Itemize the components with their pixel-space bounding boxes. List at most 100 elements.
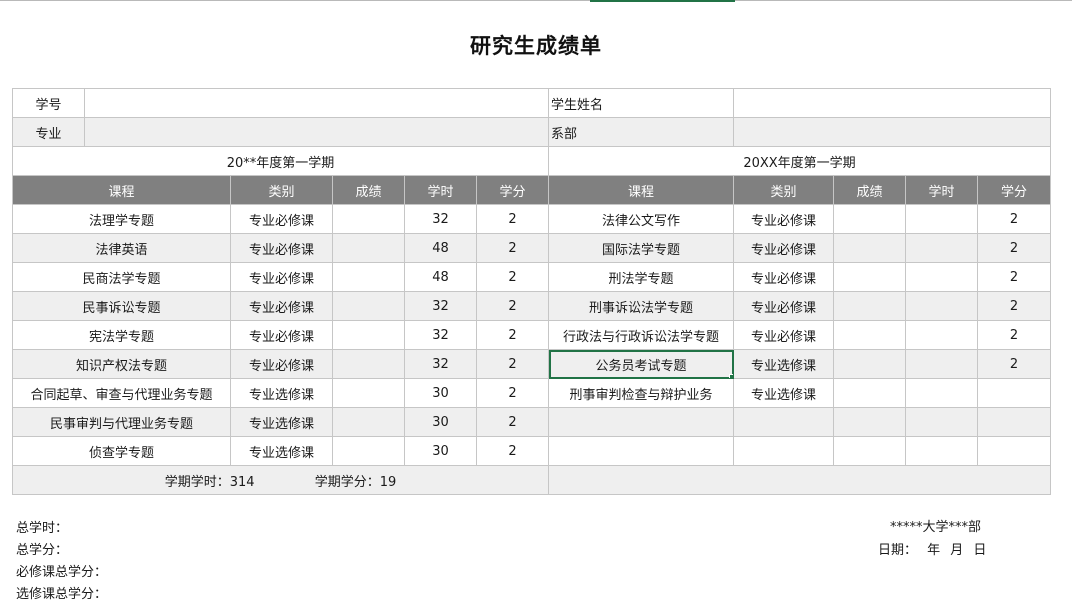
left-category-cell[interactable]: 专业必修课 [230,262,333,292]
right-grade-cell[interactable] [833,291,906,321]
right-category-cell[interactable]: 专业必修课 [733,291,834,321]
left-category-cell[interactable]: 专业选修课 [230,407,333,437]
left-credits-cell[interactable]: 2 [476,407,549,437]
right-credits-cell[interactable] [977,407,1051,437]
left-grade-cell[interactable] [332,291,405,321]
right-credits-cell[interactable]: 2 [977,233,1051,263]
left-category-cell[interactable]: 专业必修课 [230,320,333,350]
left-category-cell[interactable]: 专业选修课 [230,378,333,408]
right-course-cell[interactable]: 公务员考试专题 [548,349,734,379]
right-credits-cell[interactable]: 2 [977,291,1051,321]
right-grade-cell[interactable] [833,407,906,437]
student-id-cell[interactable] [84,88,549,118]
right-category-cell[interactable]: 专业选修课 [733,378,834,408]
right-category-cell[interactable]: 专业必修课 [733,233,834,263]
left-credits-cell[interactable]: 2 [476,291,549,321]
left-course-cell[interactable]: 法律英语 [12,233,231,263]
right-category-cell[interactable] [733,436,834,466]
right-category-cell[interactable]: 专业选修课 [733,349,834,379]
left-grade-cell[interactable] [332,233,405,263]
left-hours-cell[interactable]: 30 [404,436,477,466]
right-grade-cell[interactable] [833,436,906,466]
right-category-cell[interactable] [733,407,834,437]
left-credits-cell[interactable]: 2 [476,378,549,408]
left-credits-cell[interactable]: 2 [476,204,549,234]
right-hours-cell[interactable] [905,291,978,321]
left-course-cell[interactable]: 民事审判与代理业务专题 [12,407,231,437]
left-credits-cell[interactable]: 2 [476,233,549,263]
left-credits-cell[interactable]: 2 [476,262,549,292]
right-grade-cell[interactable] [833,349,906,379]
right-hours-cell[interactable] [905,436,978,466]
left-course-cell[interactable]: 民商法学专题 [12,262,231,292]
right-course-cell[interactable]: 刑事审判检查与辩护业务 [548,378,734,408]
right-hours-cell[interactable] [905,320,978,350]
right-course-cell[interactable]: 刑事诉讼法学专题 [548,291,734,321]
left-hours-cell[interactable]: 30 [404,378,477,408]
major-cell[interactable] [84,117,549,147]
right-course-cell[interactable]: 法律公文写作 [548,204,734,234]
left-course-cell[interactable]: 侦查学专题 [12,436,231,466]
left-course-cell[interactable]: 宪法学专题 [12,320,231,350]
right-course-cell[interactable]: 行政法与行政诉讼法学专题 [548,320,734,350]
left-credits-cell[interactable]: 2 [476,436,549,466]
right-grade-cell[interactable] [833,204,906,234]
right-hours-cell[interactable] [905,407,978,437]
left-category-cell[interactable]: 专业必修课 [230,204,333,234]
summary-row: 学期学时：314 学期学分：19 [12,465,1051,495]
left-credits-cell[interactable]: 2 [476,320,549,350]
left-grade-cell[interactable] [332,378,405,408]
right-course-cell[interactable] [548,436,734,466]
left-grade-cell[interactable] [332,349,405,379]
right-category-cell[interactable]: 专业必修课 [733,204,834,234]
right-credits-cell[interactable]: 2 [977,320,1051,350]
left-hours-cell[interactable]: 48 [404,262,477,292]
left-course-cell[interactable]: 民事诉讼专题 [12,291,231,321]
right-hours-cell[interactable] [905,378,978,408]
right-grade-cell[interactable] [833,320,906,350]
right-grade-cell[interactable] [833,233,906,263]
right-course-cell[interactable]: 刑法学专题 [548,262,734,292]
left-grade-cell[interactable] [332,262,405,292]
transcript-table: 学号 学生姓名 专业 系部 20**年度第一学期 20XX年度第一学期 课程 类… [12,88,1051,495]
right-hours-cell[interactable] [905,262,978,292]
right-category-cell[interactable]: 专业必修课 [733,320,834,350]
left-course-cell[interactable]: 合同起草、审查与代理业务专题 [12,378,231,408]
right-grade-cell[interactable] [833,262,906,292]
right-credits-cell[interactable] [977,378,1051,408]
left-hours-cell[interactable]: 30 [404,407,477,437]
left-grade-cell[interactable] [332,320,405,350]
right-hours-cell[interactable] [905,204,978,234]
student-name-label: 学生姓名 [548,88,734,118]
right-credits-cell[interactable]: 2 [977,204,1051,234]
right-hours-cell[interactable] [905,233,978,263]
fill-handle[interactable] [729,374,733,378]
left-grade-cell[interactable] [332,204,405,234]
left-hours-cell[interactable]: 32 [404,349,477,379]
left-course-cell[interactable]: 法理学专题 [12,204,231,234]
left-category-cell[interactable]: 专业必修课 [230,291,333,321]
left-category-cell[interactable]: 专业必修课 [230,349,333,379]
left-category-cell[interactable]: 专业选修课 [230,436,333,466]
left-grade-cell[interactable] [332,407,405,437]
left-hours-cell[interactable]: 32 [404,320,477,350]
left-hours-cell[interactable]: 32 [404,204,477,234]
right-grade-cell[interactable] [833,378,906,408]
right-category-cell[interactable]: 专业必修课 [733,262,834,292]
left-category-cell[interactable]: 专业必修课 [230,233,333,263]
right-course-cell[interactable] [548,407,734,437]
left-course-cell[interactable]: 知识产权法专题 [12,349,231,379]
right-credits-cell[interactable]: 2 [977,349,1051,379]
right-course-cell[interactable]: 国际法学专题 [548,233,734,263]
left-credits-cell[interactable]: 2 [476,349,549,379]
left-hours-cell[interactable]: 32 [404,291,477,321]
term-right: 20XX年度第一学期 [548,146,1051,176]
left-grade-cell[interactable] [332,436,405,466]
right-credits-cell[interactable] [977,436,1051,466]
right-hours-cell[interactable] [905,349,978,379]
student-name-cell[interactable] [733,88,1051,118]
dept-cell[interactable] [733,117,1051,147]
semester-summary-right[interactable] [548,465,1051,495]
right-credits-cell[interactable]: 2 [977,262,1051,292]
left-hours-cell[interactable]: 48 [404,233,477,263]
